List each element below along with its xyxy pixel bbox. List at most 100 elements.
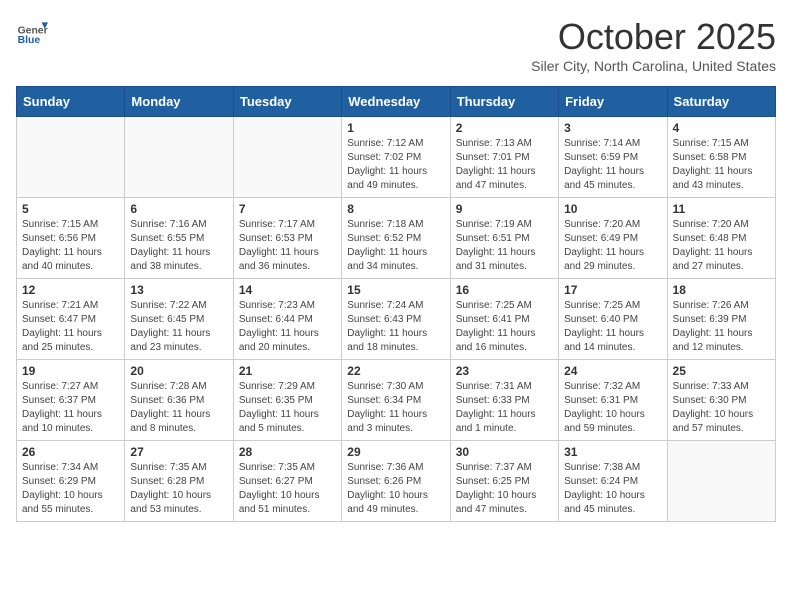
day-number: 31 bbox=[564, 445, 661, 459]
calendar-cell bbox=[667, 441, 775, 522]
day-number: 1 bbox=[347, 121, 444, 135]
calendar-week-row: 19 Sunrise: 7:27 AM Sunset: 6:37 PM Dayli… bbox=[17, 360, 776, 441]
day-number: 6 bbox=[130, 202, 227, 216]
day-info: Sunrise: 7:28 AM Sunset: 6:36 PM Dayligh… bbox=[130, 380, 227, 436]
day-info: Sunrise: 7:29 AM Sunset: 6:35 PM Dayligh… bbox=[239, 380, 336, 436]
day-info: Sunrise: 7:37 AM Sunset: 6:25 PM Dayligh… bbox=[456, 461, 553, 517]
day-number: 27 bbox=[130, 445, 227, 459]
calendar-week-row: 26Sunrise: 7:34 AM Sunset: 6:29 PM Dayli… bbox=[17, 441, 776, 522]
day-info: Sunrise: 7:15 AM Sunset: 6:58 PM Dayligh… bbox=[673, 137, 770, 193]
day-info: Sunrise: 7:23 AM Sunset: 6:44 PM Dayligh… bbox=[239, 299, 336, 355]
calendar-cell: 2 Sunrise: 7:13 AM Sunset: 7:01 PM Daylig… bbox=[450, 117, 558, 198]
day-number: 20 bbox=[130, 364, 227, 378]
col-header-wednesday: Wednesday bbox=[342, 87, 450, 117]
day-number: 21 bbox=[239, 364, 336, 378]
day-info: Sunrise: 7:22 AM Sunset: 6:45 PM Dayligh… bbox=[130, 299, 227, 355]
month-title: October 2025 bbox=[531, 16, 776, 58]
svg-text:Blue: Blue bbox=[18, 35, 41, 46]
day-info: Sunrise: 7:31 AM Sunset: 6:33 PM Dayligh… bbox=[456, 380, 553, 436]
day-info: Sunrise: 7:14 AM Sunset: 6:59 PM Dayligh… bbox=[564, 137, 661, 193]
calendar-cell bbox=[125, 117, 233, 198]
calendar-cell: 23 Sunrise: 7:31 AM Sunset: 6:33 PM Dayli… bbox=[450, 360, 558, 441]
day-number: 4 bbox=[673, 121, 770, 135]
col-header-friday: Friday bbox=[559, 87, 667, 117]
calendar-cell: 30Sunrise: 7:37 AM Sunset: 6:25 PM Dayli… bbox=[450, 441, 558, 522]
day-info: Sunrise: 7:25 AM Sunset: 6:40 PM Dayligh… bbox=[564, 299, 661, 355]
calendar-week-row: 12 Sunrise: 7:21 AM Sunset: 6:47 PM Dayli… bbox=[17, 279, 776, 360]
col-header-saturday: Saturday bbox=[667, 87, 775, 117]
day-number: 7 bbox=[239, 202, 336, 216]
calendar-cell: 9 Sunrise: 7:19 AM Sunset: 6:51 PM Daylig… bbox=[450, 198, 558, 279]
day-number: 26 bbox=[22, 445, 119, 459]
day-info: Sunrise: 7:27 AM Sunset: 6:37 PM Dayligh… bbox=[22, 380, 119, 436]
day-info: Sunrise: 7:21 AM Sunset: 6:47 PM Dayligh… bbox=[22, 299, 119, 355]
day-number: 22 bbox=[347, 364, 444, 378]
calendar-cell: 22Sunrise: 7:30 AM Sunset: 6:34 PM Dayli… bbox=[342, 360, 450, 441]
day-number: 3 bbox=[564, 121, 661, 135]
day-number: 29 bbox=[347, 445, 444, 459]
calendar-cell: 17 Sunrise: 7:25 AM Sunset: 6:40 PM Dayli… bbox=[559, 279, 667, 360]
day-info: Sunrise: 7:19 AM Sunset: 6:51 PM Dayligh… bbox=[456, 218, 553, 274]
day-number: 12 bbox=[22, 283, 119, 297]
day-number: 14 bbox=[239, 283, 336, 297]
calendar-cell: 8Sunrise: 7:18 AM Sunset: 6:52 PM Daylig… bbox=[342, 198, 450, 279]
calendar-cell: 10 Sunrise: 7:20 AM Sunset: 6:49 PM Dayli… bbox=[559, 198, 667, 279]
calendar-cell: 14 Sunrise: 7:23 AM Sunset: 6:44 PM Dayli… bbox=[233, 279, 341, 360]
title-block: October 2025 Siler City, North Carolina,… bbox=[531, 16, 776, 74]
day-number: 19 bbox=[22, 364, 119, 378]
calendar-cell: 13 Sunrise: 7:22 AM Sunset: 6:45 PM Dayli… bbox=[125, 279, 233, 360]
col-header-tuesday: Tuesday bbox=[233, 87, 341, 117]
calendar-cell: 20 Sunrise: 7:28 AM Sunset: 6:36 PM Dayli… bbox=[125, 360, 233, 441]
day-info: Sunrise: 7:20 AM Sunset: 6:49 PM Dayligh… bbox=[564, 218, 661, 274]
day-number: 13 bbox=[130, 283, 227, 297]
calendar-cell: 21 Sunrise: 7:29 AM Sunset: 6:35 PM Dayli… bbox=[233, 360, 341, 441]
calendar-cell: 28 Sunrise: 7:35 AM Sunset: 6:27 PM Dayli… bbox=[233, 441, 341, 522]
col-header-monday: Monday bbox=[125, 87, 233, 117]
calendar-cell: 29 Sunrise: 7:36 AM Sunset: 6:26 PM Dayli… bbox=[342, 441, 450, 522]
day-info: Sunrise: 7:35 AM Sunset: 6:28 PM Dayligh… bbox=[130, 461, 227, 517]
calendar-cell: 27 Sunrise: 7:35 AM Sunset: 6:28 PM Dayli… bbox=[125, 441, 233, 522]
day-info: Sunrise: 7:20 AM Sunset: 6:48 PM Dayligh… bbox=[673, 218, 770, 274]
day-info: Sunrise: 7:36 AM Sunset: 6:26 PM Dayligh… bbox=[347, 461, 444, 517]
calendar-cell: 4 Sunrise: 7:15 AM Sunset: 6:58 PM Daylig… bbox=[667, 117, 775, 198]
day-info: Sunrise: 7:18 AM Sunset: 6:52 PM Dayligh… bbox=[347, 218, 444, 274]
day-number: 25 bbox=[673, 364, 770, 378]
calendar-cell: 18 Sunrise: 7:26 AM Sunset: 6:39 PM Dayli… bbox=[667, 279, 775, 360]
day-number: 17 bbox=[564, 283, 661, 297]
day-info: Sunrise: 7:38 AM Sunset: 6:24 PM Dayligh… bbox=[564, 461, 661, 517]
day-number: 9 bbox=[456, 202, 553, 216]
calendar-cell: 19 Sunrise: 7:27 AM Sunset: 6:37 PM Dayli… bbox=[17, 360, 125, 441]
day-info: Sunrise: 7:33 AM Sunset: 6:30 PM Dayligh… bbox=[673, 380, 770, 436]
col-header-sunday: Sunday bbox=[17, 87, 125, 117]
logo: General Blue bbox=[16, 16, 48, 48]
calendar-cell: 11 Sunrise: 7:20 AM Sunset: 6:48 PM Dayli… bbox=[667, 198, 775, 279]
calendar-week-row: 1 Sunrise: 7:12 AM Sunset: 7:02 PM Daylig… bbox=[17, 117, 776, 198]
day-number: 28 bbox=[239, 445, 336, 459]
day-info: Sunrise: 7:32 AM Sunset: 6:31 PM Dayligh… bbox=[564, 380, 661, 436]
calendar-cell: 16Sunrise: 7:25 AM Sunset: 6:41 PM Dayli… bbox=[450, 279, 558, 360]
day-info: Sunrise: 7:13 AM Sunset: 7:01 PM Dayligh… bbox=[456, 137, 553, 193]
calendar-cell bbox=[233, 117, 341, 198]
calendar-cell: 24 Sunrise: 7:32 AM Sunset: 6:31 PM Dayli… bbox=[559, 360, 667, 441]
page-header: General Blue October 2025 Siler City, No… bbox=[16, 16, 776, 74]
day-info: Sunrise: 7:35 AM Sunset: 6:27 PM Dayligh… bbox=[239, 461, 336, 517]
calendar-cell: 1 Sunrise: 7:12 AM Sunset: 7:02 PM Daylig… bbox=[342, 117, 450, 198]
day-number: 11 bbox=[673, 202, 770, 216]
day-number: 18 bbox=[673, 283, 770, 297]
day-number: 5 bbox=[22, 202, 119, 216]
day-number: 15 bbox=[347, 283, 444, 297]
day-info: Sunrise: 7:26 AM Sunset: 6:39 PM Dayligh… bbox=[673, 299, 770, 355]
calendar-cell: 31 Sunrise: 7:38 AM Sunset: 6:24 PM Dayli… bbox=[559, 441, 667, 522]
day-info: Sunrise: 7:24 AM Sunset: 6:43 PM Dayligh… bbox=[347, 299, 444, 355]
day-number: 24 bbox=[564, 364, 661, 378]
calendar-cell bbox=[17, 117, 125, 198]
calendar-cell: 7Sunrise: 7:17 AM Sunset: 6:53 PM Daylig… bbox=[233, 198, 341, 279]
location-subtitle: Siler City, North Carolina, United State… bbox=[531, 58, 776, 74]
calendar-cell: 15 Sunrise: 7:24 AM Sunset: 6:43 PM Dayli… bbox=[342, 279, 450, 360]
day-number: 2 bbox=[456, 121, 553, 135]
day-info: Sunrise: 7:12 AM Sunset: 7:02 PM Dayligh… bbox=[347, 137, 444, 193]
logo-icon: General Blue bbox=[16, 16, 48, 48]
calendar-week-row: 5Sunrise: 7:15 AM Sunset: 6:56 PM Daylig… bbox=[17, 198, 776, 279]
day-number: 10 bbox=[564, 202, 661, 216]
day-number: 23 bbox=[456, 364, 553, 378]
